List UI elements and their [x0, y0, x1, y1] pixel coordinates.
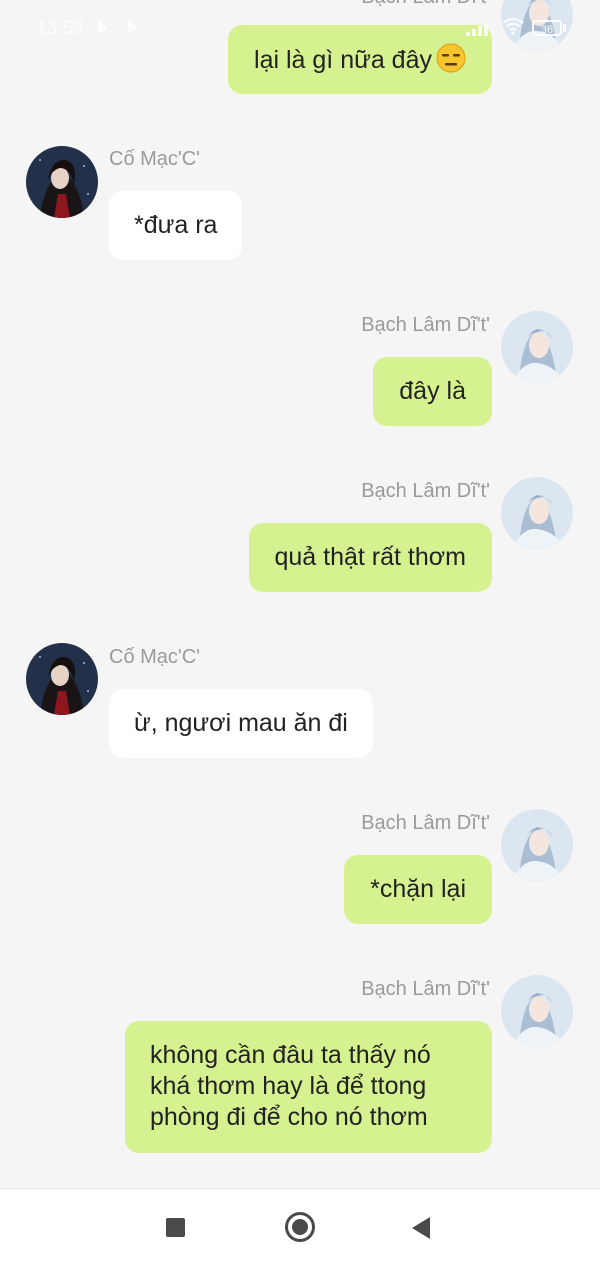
- message-bubble[interactable]: không cần đâu ta thấy nó khá thơm hay là…: [125, 1021, 492, 1153]
- battery-tip: [563, 24, 566, 32]
- back-triangle-icon[interactable]: [412, 1217, 430, 1239]
- avatar[interactable]: [26, 643, 98, 715]
- message-text: ừ, ngươi mau ăn đi: [134, 709, 348, 737]
- battery-icon: 36: [532, 20, 562, 36]
- message-text-line: phòng đi để cho nó thơm: [150, 1103, 428, 1131]
- play-icon: [128, 20, 138, 34]
- message-text: quả thật rất thơm: [274, 543, 467, 571]
- avatar[interactable]: [26, 146, 98, 218]
- message-bubble[interactable]: quả thật rất thơm: [248, 523, 492, 592]
- recents-square-icon[interactable]: [166, 1218, 185, 1237]
- sender-name: Bạch Lâm Dĩ't': [361, 314, 490, 336]
- message-bubble[interactable]: đây là: [373, 357, 492, 426]
- status-time: 13:53: [36, 18, 84, 39]
- message-text: *đưa ra: [134, 211, 218, 239]
- home-circle-icon[interactable]: [285, 1212, 315, 1242]
- message-bubble[interactable]: ừ, ngươi mau ăn đi: [109, 689, 373, 758]
- message-bubble[interactable]: *đưa ra: [109, 191, 243, 260]
- sender-name: Bạch Lâm Dĩ't': [361, 978, 490, 1000]
- sender-name: Cố Mạc'C': [109, 148, 200, 170]
- sender-name: Cố Mạc'C': [109, 646, 200, 668]
- message-text: *chặn lại: [370, 875, 466, 903]
- avatar[interactable]: [501, 311, 573, 383]
- avatar[interactable]: [501, 975, 573, 1047]
- avatar[interactable]: [501, 809, 573, 881]
- status-bar: 13:53 36: [0, 0, 600, 56]
- message-text-line: khá thơm hay là để ttong: [150, 1072, 427, 1100]
- navigation-bar: [0, 1188, 600, 1268]
- message-text: đây là: [399, 377, 466, 405]
- sender-name: Bạch Lâm Dĩ't': [361, 480, 490, 502]
- wifi-icon: [502, 17, 524, 35]
- message-bubble[interactable]: *chặn lại: [344, 855, 492, 924]
- signal-icon: [466, 22, 494, 36]
- sender-name: Bạch Lâm Dĩ't': [361, 812, 490, 834]
- avatar[interactable]: [501, 477, 573, 549]
- play-icon: [98, 20, 108, 34]
- message-text-line: không cần đâu ta thấy nó: [150, 1041, 431, 1069]
